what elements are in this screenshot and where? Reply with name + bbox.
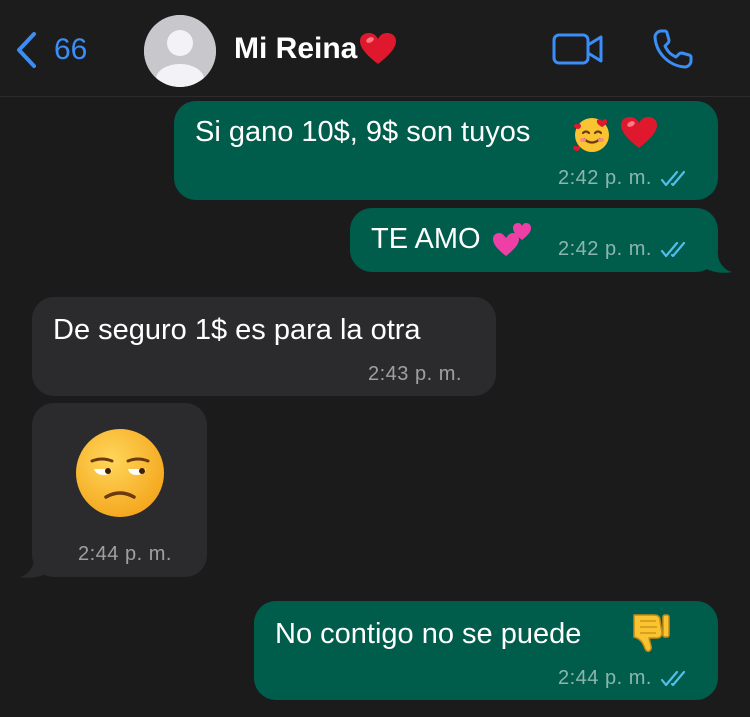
message-meta: 2:44 p. m. bbox=[78, 543, 172, 566]
read-ticks-icon bbox=[660, 170, 686, 186]
avatar[interactable] bbox=[144, 15, 216, 87]
contact-name-text: Mi Reina bbox=[234, 32, 358, 65]
message-meta: 2:44 p. m. bbox=[558, 667, 690, 690]
message-bubble-outgoing[interactable]: No contigo no se puede 2:44 p. m. bbox=[254, 601, 718, 700]
message-time: 2:44 p. m. bbox=[558, 667, 652, 689]
bubble-tail bbox=[704, 254, 732, 273]
phone-icon bbox=[653, 29, 693, 69]
message-meta: 2:42 p. m. bbox=[558, 238, 690, 261]
bubble-tail bbox=[20, 559, 48, 578]
message-time: 2:43 p. m. bbox=[368, 363, 462, 385]
message-meta: 2:42 p. m. bbox=[558, 167, 690, 190]
read-ticks-icon bbox=[660, 241, 686, 257]
unread-count: 66 bbox=[54, 33, 88, 66]
message-bubble-outgoing[interactable]: Si gano 10$, 9$ son tuyos 2:42 p. m. bbox=[174, 101, 718, 200]
red-heart-icon bbox=[621, 117, 657, 148]
chat-header: 66 Mi Reina bbox=[0, 0, 750, 97]
default-avatar-icon bbox=[144, 15, 216, 87]
read-ticks-icon bbox=[660, 670, 686, 686]
message-bubble-outgoing[interactable]: TE AMO 2:42 p. m. bbox=[350, 208, 732, 273]
chevron-left-icon bbox=[17, 32, 36, 68]
two-hearts-icon bbox=[493, 223, 531, 256]
message-meta: 2:43 p. m. bbox=[368, 363, 462, 386]
video-call-button[interactable] bbox=[552, 33, 604, 70]
message-text: No contigo no se puede bbox=[275, 618, 582, 650]
message-text: De seguro 1$ es para la otra bbox=[53, 314, 421, 346]
back-button[interactable]: 66 bbox=[14, 30, 87, 70]
voice-call-button[interactable] bbox=[652, 28, 694, 75]
message-time: 2:44 p. m. bbox=[78, 543, 172, 565]
thumbs-down-icon bbox=[633, 614, 670, 652]
video-camera-icon bbox=[552, 33, 603, 65]
message-text: TE AMO bbox=[371, 223, 481, 255]
message-bubble-incoming[interactable]: De seguro 1$ es para la otra 2:43 p. m. bbox=[32, 297, 496, 396]
message-time: 2:42 p. m. bbox=[558, 238, 652, 260]
message-time: 2:42 p. m. bbox=[558, 167, 652, 189]
red-heart-icon bbox=[360, 33, 397, 64]
message-bubble-incoming[interactable]: 2:44 p. m. bbox=[20, 403, 207, 578]
smiling-face-with-hearts-icon bbox=[573, 118, 609, 152]
message-text: Si gano 10$, 9$ son tuyos bbox=[195, 116, 531, 148]
contact-name[interactable]: Mi Reina bbox=[234, 32, 397, 66]
unamused-face-icon bbox=[76, 429, 164, 517]
